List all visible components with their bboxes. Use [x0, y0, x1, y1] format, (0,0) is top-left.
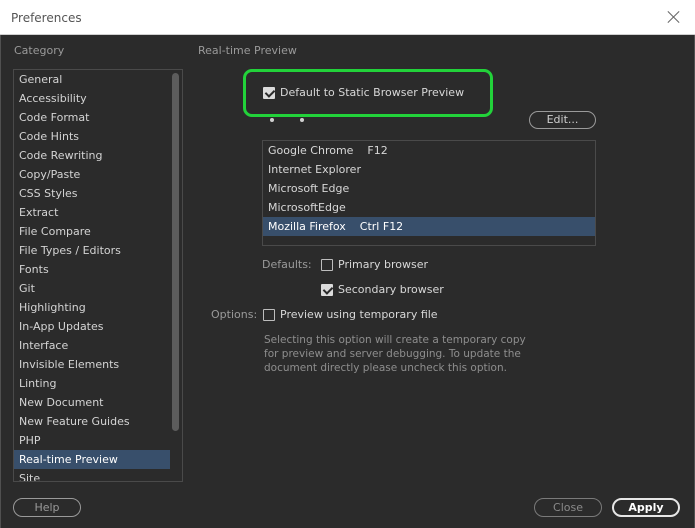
- category-item[interactable]: Interface: [14, 336, 182, 355]
- secondary-browser-checkbox[interactable]: [321, 283, 333, 296]
- category-item[interactable]: New Document: [14, 393, 182, 412]
- category-item[interactable]: In-App Updates: [14, 317, 182, 336]
- category-item[interactable]: Highlighting: [14, 298, 182, 317]
- default-static-preview-label: Default to Static Browser Preview: [280, 86, 465, 99]
- primary-browser-label: Primary browser: [338, 258, 429, 271]
- primary-browser-row[interactable]: Primary browser: [321, 258, 428, 271]
- title-bar: Preferences: [0, 0, 695, 35]
- browser-list[interactable]: Google Chrome F12 Internet Explorer Micros…: [262, 140, 596, 246]
- category-item[interactable]: PHP: [14, 431, 182, 450]
- browser-list-item[interactable]: Mozilla Firefox Ctrl F12: [263, 217, 595, 236]
- category-scroll-thumb[interactable]: [172, 73, 179, 431]
- browser-list-item[interactable]: MicrosoftEdge: [263, 198, 595, 217]
- temp-file-checkbox[interactable]: [263, 308, 275, 321]
- secondary-browser-label: Secondary browser: [338, 283, 444, 296]
- category-item[interactable]: Git: [14, 279, 182, 298]
- category-scrollbar[interactable]: [170, 70, 182, 481]
- category-list[interactable]: General Accessibility Code Format Code Hint…: [13, 69, 183, 482]
- add-remove-icons[interactable]: [269, 115, 309, 123]
- default-static-preview-row[interactable]: Default to Static Browser Preview: [263, 86, 464, 99]
- temp-file-help-text: Selecting this option will create a temp…: [264, 334, 526, 374]
- defaults-label: Defaults:: [262, 258, 312, 271]
- close-button[interactable]: Close: [534, 498, 602, 517]
- window-title: Preferences: [11, 11, 82, 25]
- category-item[interactable]: Code Rewriting: [14, 146, 182, 165]
- temp-file-row[interactable]: Preview using temporary file: [263, 308, 438, 321]
- category-item[interactable]: New Feature Guides: [14, 412, 182, 431]
- category-item[interactable]: Fonts: [14, 260, 182, 279]
- add-browser-icon[interactable]: [270, 118, 274, 122]
- edit-button[interactable]: Edit...: [529, 111, 596, 129]
- category-item[interactable]: Real-time Preview: [14, 450, 171, 469]
- category-item[interactable]: Extract: [14, 203, 182, 222]
- browser-list-item[interactable]: Microsoft Edge: [263, 179, 595, 198]
- primary-browser-checkbox[interactable]: [321, 258, 333, 271]
- category-item[interactable]: Copy/Paste: [14, 165, 182, 184]
- category-item[interactable]: Invisible Elements: [14, 355, 182, 374]
- category-item[interactable]: Accessibility: [14, 89, 182, 108]
- category-items: General Accessibility Code Format Code Hint…: [14, 70, 182, 481]
- browser-list-item[interactable]: Internet Explorer: [263, 160, 595, 179]
- category-item[interactable]: Code Format: [14, 108, 182, 127]
- category-item[interactable]: Site: [14, 469, 182, 481]
- category-item[interactable]: File Types / Editors: [14, 241, 182, 260]
- options-label: Options:: [211, 308, 258, 321]
- default-static-preview-checkbox[interactable]: [263, 86, 275, 99]
- category-item[interactable]: File Compare: [14, 222, 182, 241]
- help-button[interactable]: Help: [13, 498, 81, 517]
- temp-file-label: Preview using temporary file: [280, 308, 438, 321]
- section-title: Real-time Preview: [198, 44, 297, 57]
- remove-browser-icon[interactable]: [300, 118, 304, 122]
- browser-list-item[interactable]: Google Chrome F12: [263, 141, 595, 160]
- category-item[interactable]: Linting: [14, 374, 182, 393]
- category-heading: Category: [14, 44, 65, 57]
- category-item[interactable]: Code Hints: [14, 127, 182, 146]
- close-window-icon[interactable]: [665, 8, 683, 26]
- category-item[interactable]: CSS Styles: [14, 184, 182, 203]
- apply-button[interactable]: Apply: [612, 498, 680, 517]
- category-item[interactable]: General: [14, 70, 182, 89]
- secondary-browser-row[interactable]: Secondary browser: [321, 283, 444, 296]
